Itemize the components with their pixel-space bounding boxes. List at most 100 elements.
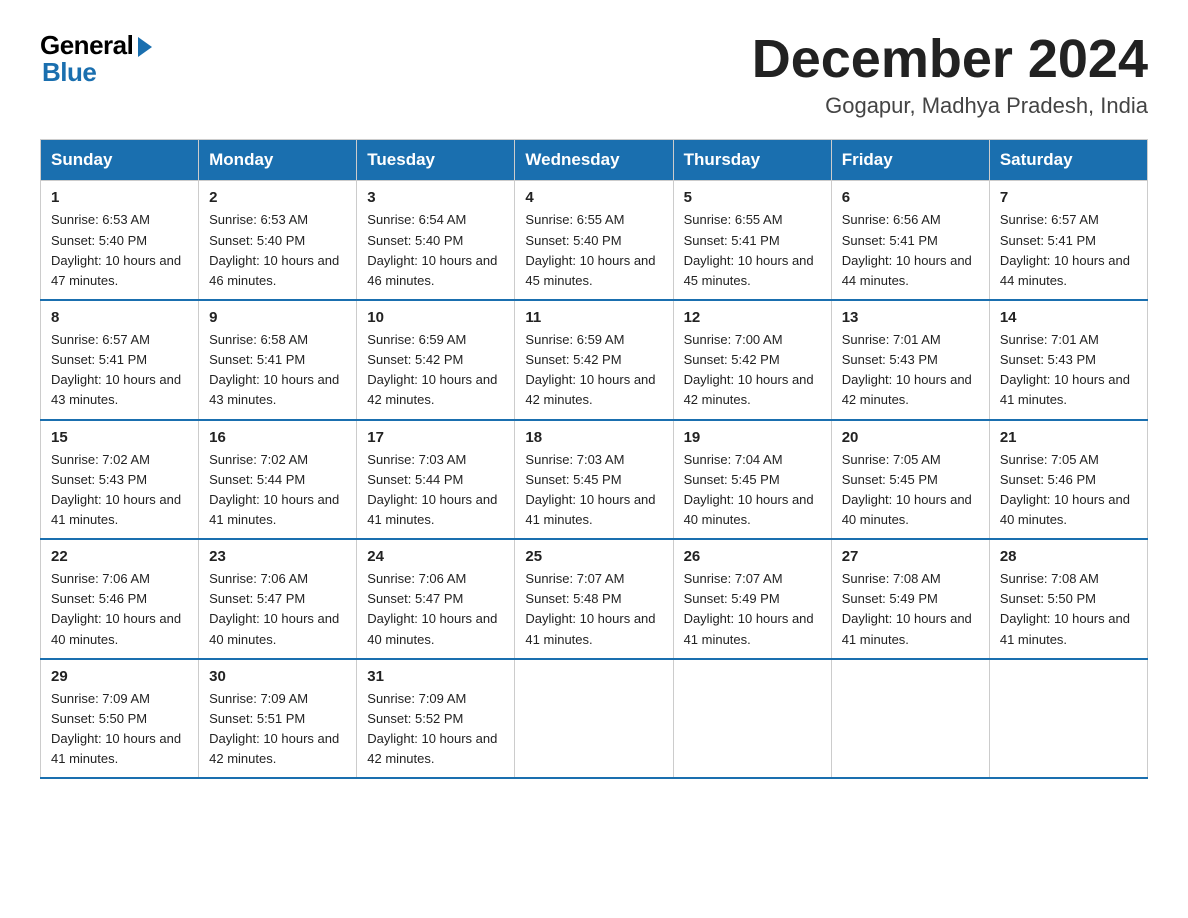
calendar-cell: 17 Sunrise: 7:03 AMSunset: 5:44 PMDaylig…: [357, 420, 515, 540]
column-header-wednesday: Wednesday: [515, 140, 673, 181]
day-info: Sunrise: 7:02 AMSunset: 5:43 PMDaylight:…: [51, 452, 181, 527]
day-number: 27: [842, 548, 979, 565]
week-row-3: 15 Sunrise: 7:02 AMSunset: 5:43 PMDaylig…: [41, 420, 1148, 540]
calendar-header-row: SundayMondayTuesdayWednesdayThursdayFrid…: [41, 140, 1148, 181]
calendar-cell: 2 Sunrise: 6:53 AMSunset: 5:40 PMDayligh…: [199, 181, 357, 300]
day-info: Sunrise: 6:53 AMSunset: 5:40 PMDaylight:…: [209, 212, 339, 287]
day-number: 23: [209, 548, 346, 565]
week-row-4: 22 Sunrise: 7:06 AMSunset: 5:46 PMDaylig…: [41, 539, 1148, 659]
day-info: Sunrise: 6:57 AMSunset: 5:41 PMDaylight:…: [1000, 212, 1130, 287]
day-number: 15: [51, 429, 188, 446]
calendar-cell: 20 Sunrise: 7:05 AMSunset: 5:45 PMDaylig…: [831, 420, 989, 540]
day-number: 19: [684, 429, 821, 446]
calendar-cell: 23 Sunrise: 7:06 AMSunset: 5:47 PMDaylig…: [199, 539, 357, 659]
day-info: Sunrise: 7:05 AMSunset: 5:45 PMDaylight:…: [842, 452, 972, 527]
calendar-cell: 10 Sunrise: 6:59 AMSunset: 5:42 PMDaylig…: [357, 300, 515, 420]
day-info: Sunrise: 6:54 AMSunset: 5:40 PMDaylight:…: [367, 212, 497, 287]
logo: General Blue: [40, 30, 152, 88]
day-info: Sunrise: 7:02 AMSunset: 5:44 PMDaylight:…: [209, 452, 339, 527]
day-number: 16: [209, 429, 346, 446]
day-number: 17: [367, 429, 504, 446]
week-row-2: 8 Sunrise: 6:57 AMSunset: 5:41 PMDayligh…: [41, 300, 1148, 420]
calendar-cell: 24 Sunrise: 7:06 AMSunset: 5:47 PMDaylig…: [357, 539, 515, 659]
day-number: 29: [51, 668, 188, 685]
calendar-cell: 27 Sunrise: 7:08 AMSunset: 5:49 PMDaylig…: [831, 539, 989, 659]
day-info: Sunrise: 7:06 AMSunset: 5:46 PMDaylight:…: [51, 571, 181, 646]
calendar-table: SundayMondayTuesdayWednesdayThursdayFrid…: [40, 139, 1148, 779]
calendar-cell: 15 Sunrise: 7:02 AMSunset: 5:43 PMDaylig…: [41, 420, 199, 540]
calendar-cell: 14 Sunrise: 7:01 AMSunset: 5:43 PMDaylig…: [989, 300, 1147, 420]
calendar-cell: [989, 659, 1147, 779]
day-info: Sunrise: 6:59 AMSunset: 5:42 PMDaylight:…: [367, 332, 497, 407]
week-row-5: 29 Sunrise: 7:09 AMSunset: 5:50 PMDaylig…: [41, 659, 1148, 779]
day-info: Sunrise: 7:01 AMSunset: 5:43 PMDaylight:…: [1000, 332, 1130, 407]
day-info: Sunrise: 6:53 AMSunset: 5:40 PMDaylight:…: [51, 212, 181, 287]
calendar-cell: 22 Sunrise: 7:06 AMSunset: 5:46 PMDaylig…: [41, 539, 199, 659]
day-number: 6: [842, 189, 979, 206]
day-number: 18: [525, 429, 662, 446]
calendar-cell: 4 Sunrise: 6:55 AMSunset: 5:40 PMDayligh…: [515, 181, 673, 300]
day-info: Sunrise: 7:03 AMSunset: 5:44 PMDaylight:…: [367, 452, 497, 527]
calendar-cell: [515, 659, 673, 779]
day-info: Sunrise: 6:58 AMSunset: 5:41 PMDaylight:…: [209, 332, 339, 407]
day-number: 12: [684, 309, 821, 326]
column-header-saturday: Saturday: [989, 140, 1147, 181]
calendar-cell: 8 Sunrise: 6:57 AMSunset: 5:41 PMDayligh…: [41, 300, 199, 420]
day-number: 30: [209, 668, 346, 685]
day-info: Sunrise: 7:07 AMSunset: 5:49 PMDaylight:…: [684, 571, 814, 646]
day-info: Sunrise: 7:03 AMSunset: 5:45 PMDaylight:…: [525, 452, 655, 527]
calendar-cell: 31 Sunrise: 7:09 AMSunset: 5:52 PMDaylig…: [357, 659, 515, 779]
day-info: Sunrise: 6:56 AMSunset: 5:41 PMDaylight:…: [842, 212, 972, 287]
day-number: 3: [367, 189, 504, 206]
day-info: Sunrise: 7:00 AMSunset: 5:42 PMDaylight:…: [684, 332, 814, 407]
day-info: Sunrise: 7:08 AMSunset: 5:50 PMDaylight:…: [1000, 571, 1130, 646]
day-number: 21: [1000, 429, 1137, 446]
day-number: 13: [842, 309, 979, 326]
logo-arrow-icon: [138, 37, 152, 57]
column-header-tuesday: Tuesday: [357, 140, 515, 181]
day-number: 31: [367, 668, 504, 685]
day-number: 1: [51, 189, 188, 206]
day-number: 2: [209, 189, 346, 206]
day-info: Sunrise: 7:01 AMSunset: 5:43 PMDaylight:…: [842, 332, 972, 407]
column-header-friday: Friday: [831, 140, 989, 181]
day-info: Sunrise: 7:05 AMSunset: 5:46 PMDaylight:…: [1000, 452, 1130, 527]
day-info: Sunrise: 6:57 AMSunset: 5:41 PMDaylight:…: [51, 332, 181, 407]
day-info: Sunrise: 7:06 AMSunset: 5:47 PMDaylight:…: [209, 571, 339, 646]
day-number: 25: [525, 548, 662, 565]
day-info: Sunrise: 7:09 AMSunset: 5:50 PMDaylight:…: [51, 691, 181, 766]
logo-blue-text: Blue: [42, 57, 96, 88]
day-info: Sunrise: 7:09 AMSunset: 5:51 PMDaylight:…: [209, 691, 339, 766]
day-number: 9: [209, 309, 346, 326]
week-row-1: 1 Sunrise: 6:53 AMSunset: 5:40 PMDayligh…: [41, 181, 1148, 300]
day-number: 14: [1000, 309, 1137, 326]
calendar-cell: 1 Sunrise: 6:53 AMSunset: 5:40 PMDayligh…: [41, 181, 199, 300]
calendar-cell: 29 Sunrise: 7:09 AMSunset: 5:50 PMDaylig…: [41, 659, 199, 779]
day-number: 22: [51, 548, 188, 565]
day-number: 4: [525, 189, 662, 206]
calendar-cell: 28 Sunrise: 7:08 AMSunset: 5:50 PMDaylig…: [989, 539, 1147, 659]
column-header-monday: Monday: [199, 140, 357, 181]
calendar-cell: 25 Sunrise: 7:07 AMSunset: 5:48 PMDaylig…: [515, 539, 673, 659]
day-number: 10: [367, 309, 504, 326]
day-info: Sunrise: 6:55 AMSunset: 5:41 PMDaylight:…: [684, 212, 814, 287]
calendar-cell: 19 Sunrise: 7:04 AMSunset: 5:45 PMDaylig…: [673, 420, 831, 540]
calendar-cell: 5 Sunrise: 6:55 AMSunset: 5:41 PMDayligh…: [673, 181, 831, 300]
calendar-cell: 30 Sunrise: 7:09 AMSunset: 5:51 PMDaylig…: [199, 659, 357, 779]
calendar-cell: 7 Sunrise: 6:57 AMSunset: 5:41 PMDayligh…: [989, 181, 1147, 300]
calendar-cell: 13 Sunrise: 7:01 AMSunset: 5:43 PMDaylig…: [831, 300, 989, 420]
day-number: 24: [367, 548, 504, 565]
day-info: Sunrise: 7:07 AMSunset: 5:48 PMDaylight:…: [525, 571, 655, 646]
day-info: Sunrise: 7:04 AMSunset: 5:45 PMDaylight:…: [684, 452, 814, 527]
day-number: 26: [684, 548, 821, 565]
calendar-cell: 18 Sunrise: 7:03 AMSunset: 5:45 PMDaylig…: [515, 420, 673, 540]
day-number: 5: [684, 189, 821, 206]
day-info: Sunrise: 6:55 AMSunset: 5:40 PMDaylight:…: [525, 212, 655, 287]
day-number: 11: [525, 309, 662, 326]
location-title: Gogapur, Madhya Pradesh, India: [752, 93, 1148, 119]
calendar-cell: 12 Sunrise: 7:00 AMSunset: 5:42 PMDaylig…: [673, 300, 831, 420]
day-info: Sunrise: 7:08 AMSunset: 5:49 PMDaylight:…: [842, 571, 972, 646]
column-header-sunday: Sunday: [41, 140, 199, 181]
calendar-cell: 26 Sunrise: 7:07 AMSunset: 5:49 PMDaylig…: [673, 539, 831, 659]
column-header-thursday: Thursday: [673, 140, 831, 181]
